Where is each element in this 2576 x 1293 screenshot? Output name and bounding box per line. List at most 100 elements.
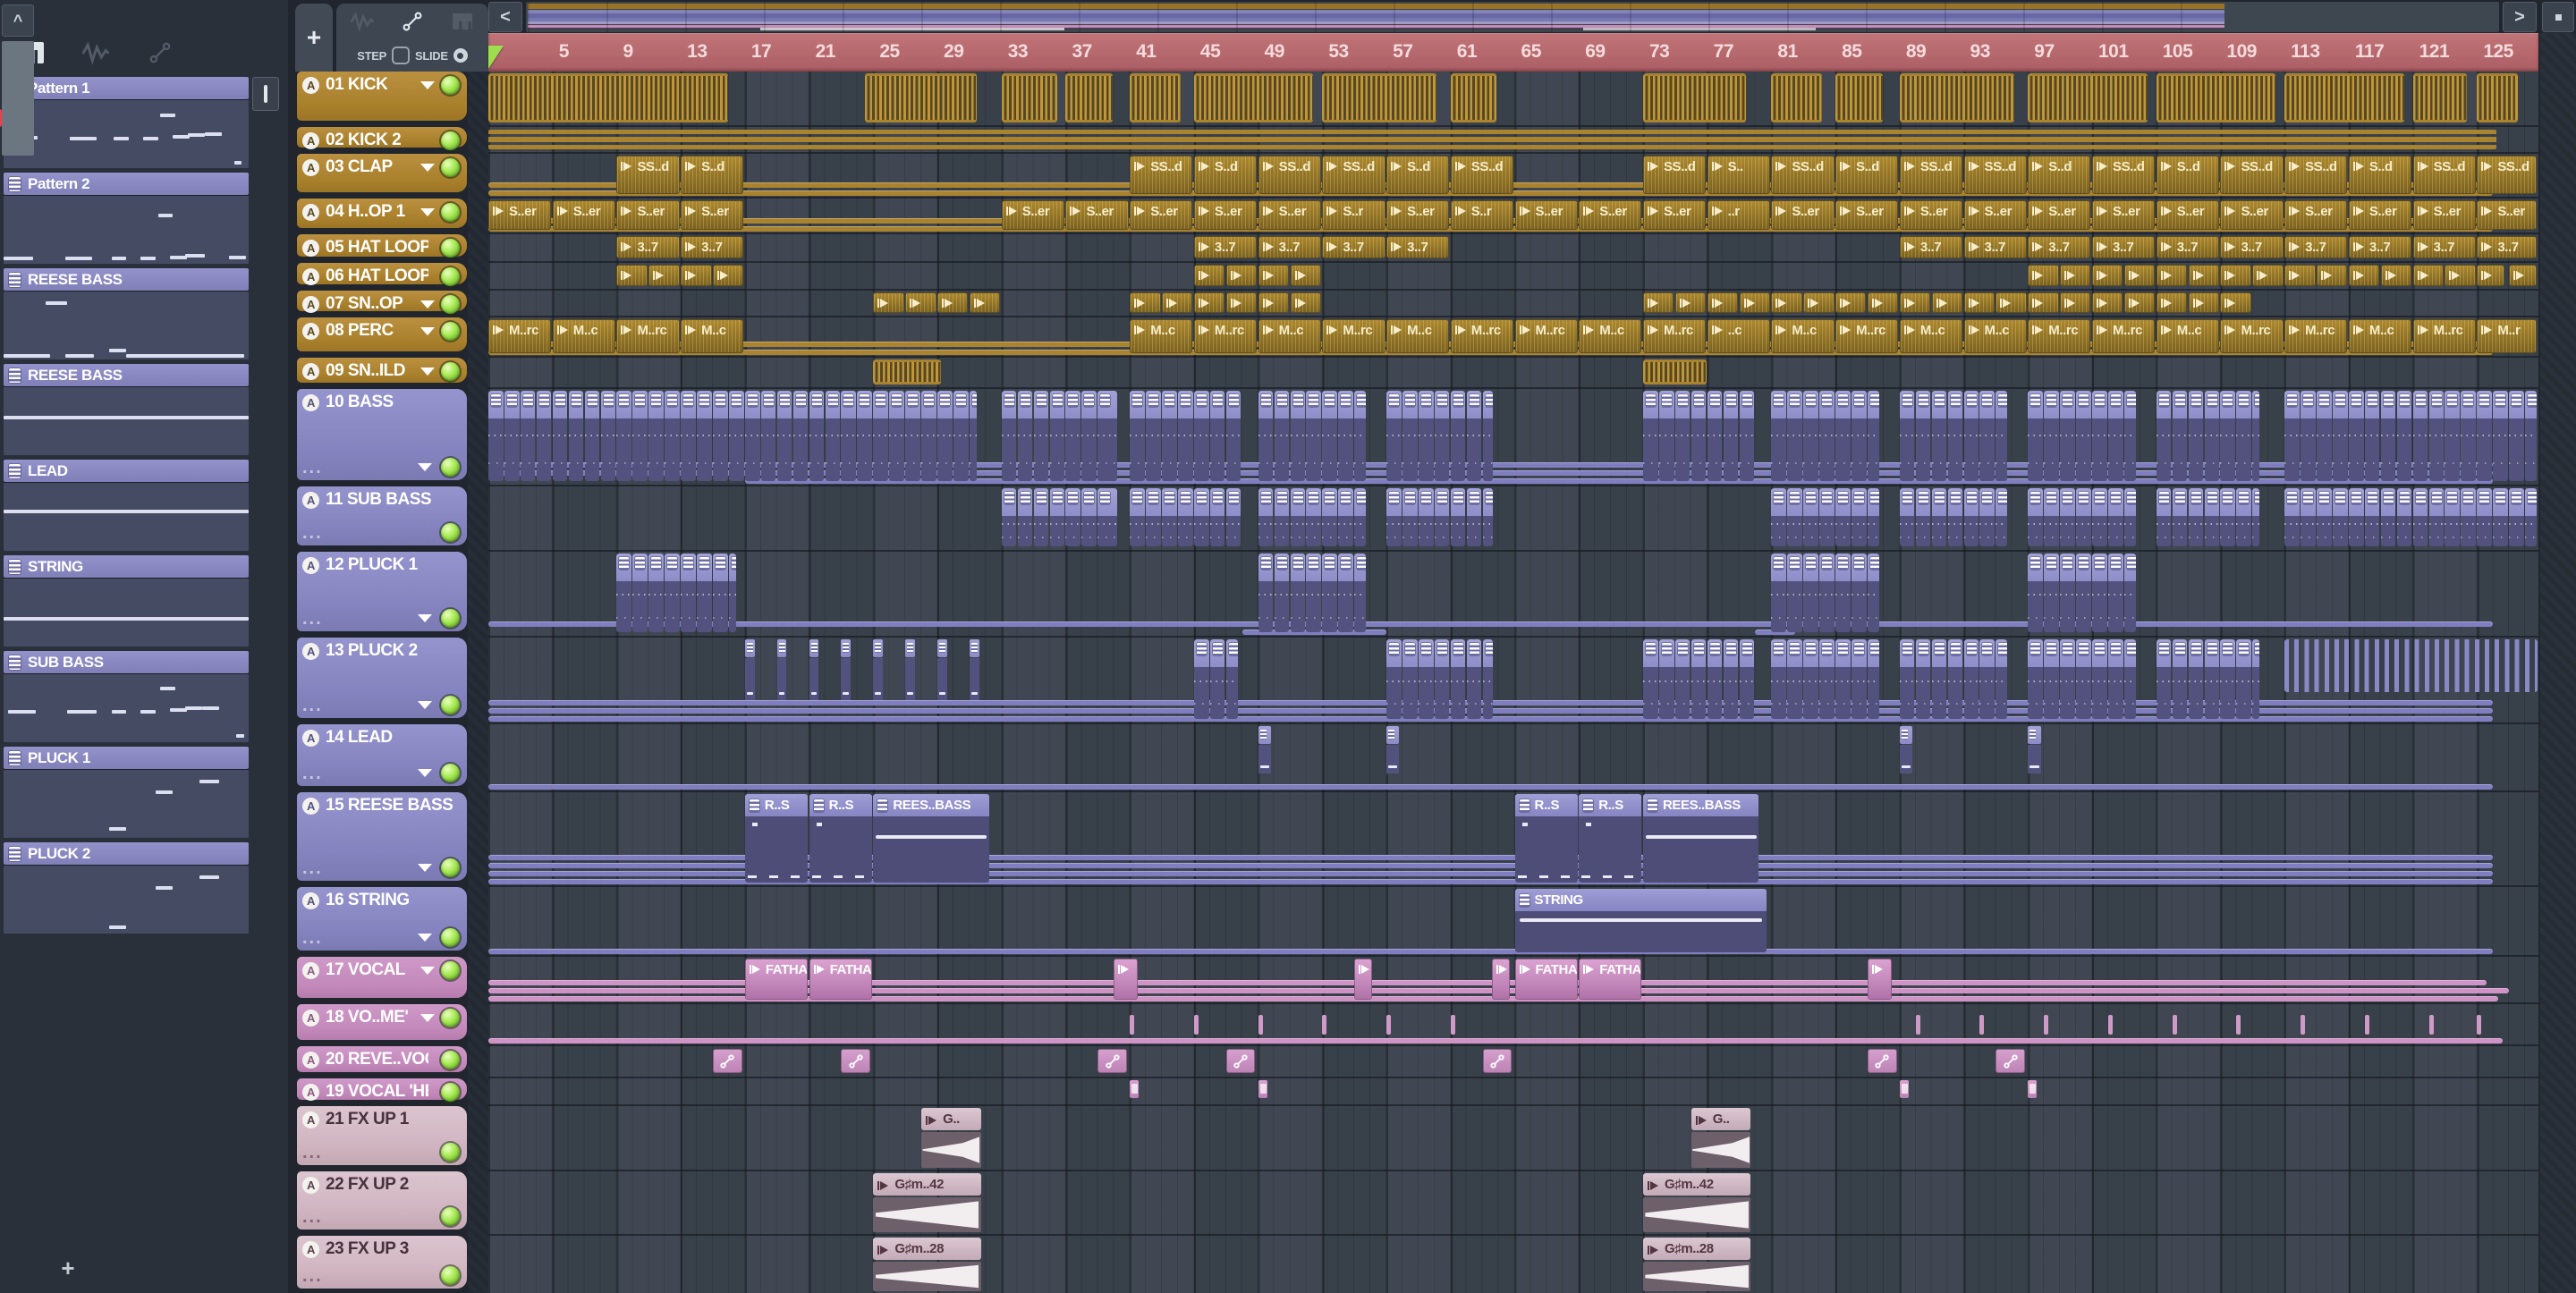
pattern-clip[interactable] [1803,488,1818,546]
track-type-icon[interactable]: A [302,295,319,313]
slide-automation-clip[interactable] [1996,1049,2025,1073]
pattern-clip[interactable] [921,391,936,481]
pattern-clip[interactable] [1771,639,1787,719]
pattern-clip-named[interactable]: STRING [1514,889,1767,952]
pattern-clip[interactable] [2364,391,2380,481]
slide-automation-clip[interactable] [1867,1049,1897,1073]
pattern-clip[interactable] [2412,488,2428,546]
track-header-22-fx-up-2[interactable]: A 22 FX UP 2... [297,1171,467,1230]
pattern-clip[interactable] [1306,488,1322,546]
audio-clip[interactable]: S..er [2028,200,2091,230]
pattern-clip[interactable] [1033,488,1049,546]
pattern-clip[interactable] [1290,488,1306,546]
track-lane-14-lead[interactable] [488,724,2538,790]
audio-clip[interactable] [2123,292,2156,313]
note-clip[interactable] [1258,726,1271,773]
audio-clip[interactable]: S..d [1193,156,1258,194]
audio-clip[interactable]: S..er [2477,200,2537,230]
audio-clip[interactable]: S..er [1579,200,1642,230]
pattern-clip[interactable] [632,391,648,481]
vocal-audio-clip[interactable]: FATHA C..126 [744,959,809,1000]
audio-clip[interactable] [2445,265,2476,286]
track-lane-08-perc[interactable]: M..rc M..c M..rc M..c M..c M..rc M..c M..rc M..c… [488,317,2538,356]
pattern-clip[interactable] [728,391,744,481]
audio-clip[interactable]: S..er [2284,200,2348,230]
pattern-clip[interactable] [1402,391,1418,481]
audio-clip[interactable]: M..rc [2028,319,2091,353]
pattern-clip[interactable] [905,391,920,481]
kick-pattern-clip[interactable] [1835,73,1883,123]
pattern-clip[interactable] [1402,488,1418,546]
audio-clip[interactable]: 3..7 [1322,236,1385,258]
track-type-icon[interactable]: A [302,267,319,285]
pattern-clip[interactable] [2252,391,2259,481]
audio-clip[interactable]: SS..d [1771,156,1835,194]
pattern-clip[interactable] [2236,488,2251,546]
audio-clip[interactable] [2220,265,2251,286]
kick-pattern-clip[interactable] [1642,73,1747,123]
pattern-clip[interactable] [552,391,568,481]
pattern-clip[interactable] [2252,639,2259,719]
vocal-audio-clip[interactable]: FATHA C..126 [1579,959,1642,1000]
pattern-clip[interactable] [2461,391,2476,481]
vocal-hit-clip[interactable] [2477,1014,2482,1035]
vertical-scrollbar[interactable] [2540,33,2576,1293]
pattern-clip[interactable] [1915,391,1931,481]
track-type-icon[interactable]: A [302,322,319,340]
pattern-clip[interactable] [2076,488,2091,546]
pattern-clip[interactable] [1852,391,1867,481]
pattern-clip[interactable] [1097,391,1118,481]
audio-clip[interactable]: SS..d [1963,156,2027,194]
audio-clip[interactable] [616,265,648,286]
kick-pattern-clip[interactable] [1193,73,1314,123]
track-header-16-string[interactable]: A 16 STRING... [297,887,467,951]
pattern-clip[interactable] [1338,488,1353,546]
pattern-clip[interactable] [2123,554,2136,632]
pattern-clip[interactable] [1209,639,1225,719]
add-pattern-button[interactable]: + [52,1255,84,1282]
pattern-clip[interactable] [504,391,520,481]
pattern-clip[interactable] [1386,391,1402,481]
track-menu-arrow[interactable] [420,207,435,216]
playlist-grid[interactable]: SS..d S..d SS..d S..d SS..d SS..d S..d SS..d SS.… [488,72,2538,1293]
vocal-hit-clip[interactable] [2301,1014,2306,1035]
automation-clip[interactable] [488,1038,2503,1044]
audio-clip[interactable]: S..er [616,200,680,230]
pattern-item[interactable]: REESE BASS [4,268,249,359]
audio-clip[interactable] [2284,265,2316,286]
pattern-clip[interactable] [2204,639,2220,719]
pattern-clip[interactable] [2204,488,2220,546]
audio-clip[interactable] [2188,265,2219,286]
pattern-clip[interactable] [1658,391,1674,481]
pattern-clip[interactable] [1322,554,1337,632]
note-clip[interactable] [776,639,787,700]
audio-clip[interactable]: S..d [2156,156,2219,194]
audio-clip[interactable] [1258,265,1289,286]
audio-clip[interactable]: M..c [1579,319,1642,353]
audio-clip[interactable] [1225,292,1258,313]
pattern-clip[interactable] [2107,639,2123,719]
pattern-clip[interactable] [1803,391,1818,481]
pattern-clip[interactable] [1258,488,1274,546]
pattern-clip[interactable] [1225,488,1241,546]
pattern-clip[interactable] [2107,488,2123,546]
note-clip[interactable] [2028,1080,2038,1099]
pattern-clip-named[interactable]: R..S [744,794,809,883]
pattern-clip[interactable] [1787,639,1802,719]
pattern-clip[interactable] [2076,554,2091,632]
kick-pattern-clip[interactable] [865,73,977,123]
track-lane-12-pluck-1[interactable] [488,552,2538,636]
audio-clip[interactable]: M..c [1771,319,1835,353]
track-header-17-vocal[interactable]: A 17 VOCAL [297,957,467,998]
pattern-clip[interactable] [1306,554,1322,632]
track-header-19-vocal-hey-[interactable]: A19 VOCAL 'HEY' [297,1078,467,1102]
audio-clip[interactable]: 3..7 [1899,236,1963,258]
track-lane-04-h-op-1[interactable]: S..er S..er S..er S..er S..er S..er S..er S..er… [488,199,2538,232]
note-clip[interactable] [969,639,979,700]
audio-clip[interactable]: 3..7 [2412,236,2476,258]
kick-pattern-clip[interactable] [1450,73,1496,123]
pattern-clip[interactable] [2445,391,2461,481]
pattern-clip[interactable] [1803,554,1818,632]
audio-clip[interactable] [681,265,712,286]
pattern-clip[interactable] [1274,488,1290,546]
